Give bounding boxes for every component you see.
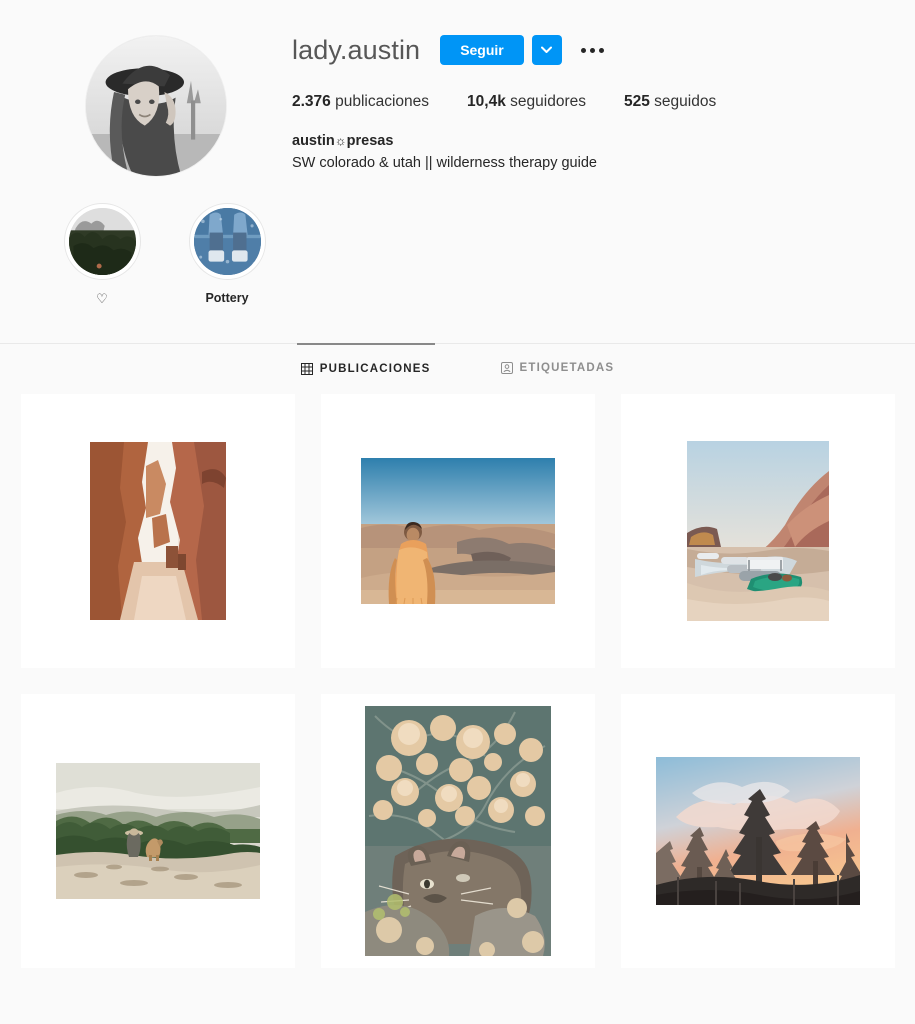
post-forest-overlook[interactable] <box>20 694 295 968</box>
post-slot-canyon[interactable] <box>20 394 295 668</box>
followers-count-value: 10,4k <box>467 93 506 110</box>
posts-count[interactable]: 2.376 publicaciones <box>292 93 429 111</box>
post-cat-in-rabbitbrush[interactable] <box>320 694 595 968</box>
more-options-button[interactable] <box>576 35 610 65</box>
post-river-rafts-photo <box>686 441 829 621</box>
carousel-indicator-icon <box>563 405 583 424</box>
carousel-indicator-icon <box>863 405 883 424</box>
bio-description: SW colorado & utah || wilderness therapy… <box>292 154 597 171</box>
follow-button[interactable]: Seguir <box>440 35 524 65</box>
instagram-profile-page: lady.austin Seguir 2.376 publicaciones 1… <box>0 0 915 1024</box>
profile-info-column: lady.austin Seguir 2.376 publicaciones 1… <box>292 28 895 177</box>
jeans-boots-thumbnail <box>193 208 261 275</box>
avatar-photo <box>86 36 226 176</box>
tab-etiquetadas-label: ETIQUETADAS <box>519 362 615 374</box>
posts-grid <box>0 394 915 968</box>
following-count[interactable]: 525 seguidos <box>624 93 716 111</box>
avatar-column <box>20 28 292 177</box>
posts-count-value: 2.376 <box>292 93 331 110</box>
bio-name-prefix: austin <box>292 133 335 149</box>
followers-count[interactable]: 10,4k seguidores <box>467 93 586 111</box>
more-options-icon <box>581 47 605 53</box>
profile-tabs-container: PUBLICACIONES ETIQUETADAS <box>0 343 915 390</box>
story-highlight-heart-cover <box>68 208 136 275</box>
story-highlight-heart-ring[interactable] <box>63 203 141 280</box>
post-sunset-pines-photo <box>655 757 860 905</box>
story-highlight-pottery[interactable]: Pottery <box>187 203 267 307</box>
story-highlight-pottery-cover <box>193 208 261 275</box>
profile-tabs: PUBLICACIONES ETIQUETADAS <box>0 343 915 390</box>
grid-icon <box>300 363 313 375</box>
bio: austin☼presas SW colorado & utah || wild… <box>292 131 895 175</box>
page-title: lady.austin <box>292 34 421 65</box>
profile-header: lady.austin Seguir 2.376 publicaciones 1… <box>0 0 915 177</box>
bio-full-name: austin☼presas <box>292 131 895 153</box>
post-cat-in-rabbitbrush-photo <box>364 706 551 956</box>
post-desert-portrait[interactable] <box>320 394 595 668</box>
post-river-rafts[interactable] <box>620 394 895 668</box>
username-row: lady.austin Seguir <box>292 30 895 70</box>
sun-icon: ☼ <box>334 133 347 148</box>
tagged-person-icon <box>500 362 513 374</box>
stats-row: 2.376 publicaciones 10,4k seguidores 525… <box>292 93 895 111</box>
follow-dropdown-button[interactable] <box>531 35 562 65</box>
story-highlights: ♡ Pottery <box>0 177 915 307</box>
foliage-thumbnail <box>68 208 136 275</box>
story-highlight-pottery-ring[interactable] <box>188 203 266 280</box>
post-slot-canyon-photo <box>89 442 226 620</box>
following-count-value: 525 <box>623 93 650 110</box>
post-sunset-pines[interactable] <box>620 694 895 968</box>
tab-publicaciones-label: PUBLICACIONES <box>319 363 431 375</box>
followers-count-label: seguidores <box>510 93 586 110</box>
tab-etiquetadas[interactable]: ETIQUETADAS <box>497 343 619 389</box>
chevron-down-icon <box>541 46 553 53</box>
story-highlight-heart[interactable]: ♡ <box>62 203 142 307</box>
post-desert-portrait-photo <box>360 458 555 604</box>
story-highlight-heart-label: ♡ <box>96 291 108 306</box>
avatar[interactable] <box>85 35 227 177</box>
story-highlight-pottery-label: Pottery <box>205 291 249 305</box>
bio-name-suffix: presas <box>346 133 394 149</box>
post-forest-overlook-photo <box>55 763 260 899</box>
posts-count-label: publicaciones <box>335 93 430 110</box>
following-count-label: seguidos <box>654 93 717 110</box>
tab-publicaciones[interactable]: PUBLICACIONES <box>296 343 435 389</box>
